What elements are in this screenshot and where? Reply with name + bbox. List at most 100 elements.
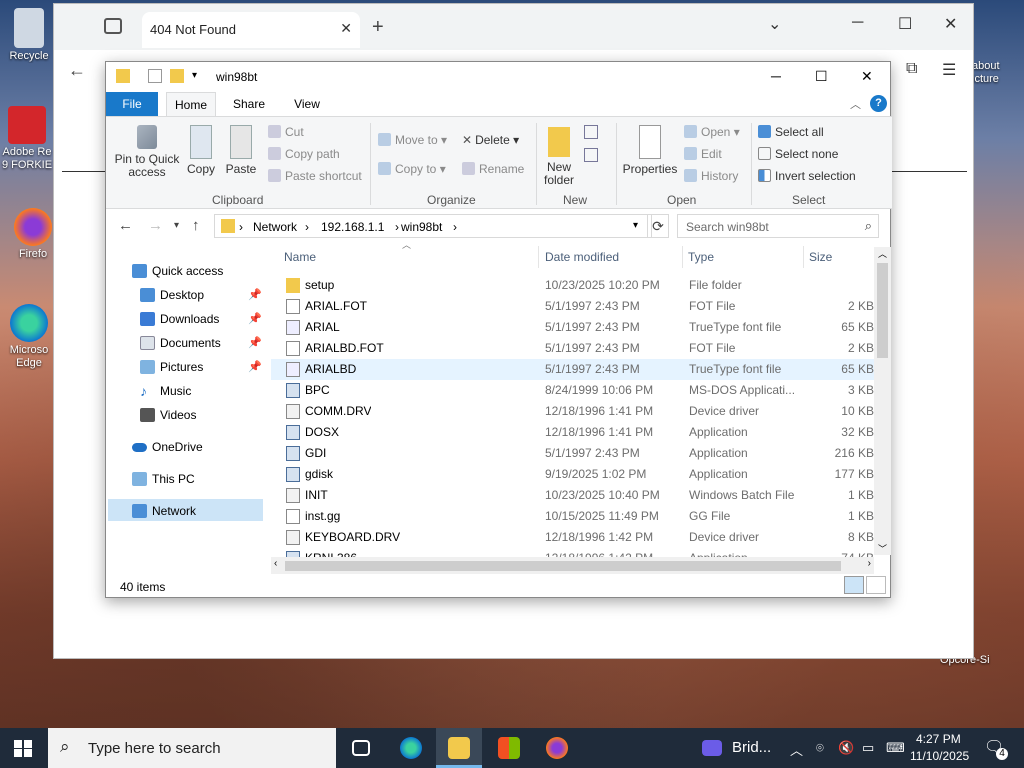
maximize-icon[interactable]: ☐ xyxy=(815,68,828,85)
taskbar-bridge[interactable]: Brid... xyxy=(698,728,778,768)
address-dropdown-icon[interactable]: ▾ xyxy=(633,220,638,231)
forward-button[interactable]: → xyxy=(148,217,163,234)
copy-to-button[interactable]: Copy to ▾ xyxy=(378,162,446,176)
column-header-size[interactable]: Size xyxy=(809,250,832,276)
paste-button[interactable]: Paste xyxy=(224,125,258,176)
edit-button[interactable]: Edit xyxy=(684,147,722,161)
nav-item-music[interactable]: ♪ Music xyxy=(106,380,261,402)
copy-path-button[interactable]: Copy path xyxy=(268,147,340,161)
column-divider[interactable] xyxy=(803,246,804,268)
keyboard-icon[interactable]: ⌨ xyxy=(886,740,905,756)
pin-to-quick-access-button[interactable]: Pin to Quick access xyxy=(112,125,182,179)
vertical-scroll-thumb[interactable] xyxy=(877,263,888,358)
column-divider[interactable] xyxy=(538,246,539,268)
nav-item-documents[interactable]: Documents 📌 xyxy=(106,332,262,354)
file-row[interactable]: BPC 8/24/1999 10:06 PM MS-DOS Applicati.… xyxy=(271,380,874,401)
file-row[interactable]: KRNL386 12/18/1996 1:42 PM Application 7… xyxy=(271,548,874,557)
new-folder-quick-icon[interactable] xyxy=(170,69,184,83)
paste-shortcut-button[interactable]: Paste shortcut xyxy=(268,169,362,183)
start-button[interactable] xyxy=(14,740,32,757)
file-row[interactable]: inst.gg 10/15/2025 11:49 PM GG File 1 KB xyxy=(271,506,874,527)
task-view-button[interactable] xyxy=(338,728,384,768)
network-tray-icon[interactable]: ▭ xyxy=(862,740,874,756)
details-view-icon[interactable] xyxy=(844,576,864,594)
back-button[interactable]: ← xyxy=(68,60,86,81)
taskbar-search-box[interactable]: ⌕ Type here to search xyxy=(48,728,336,768)
move-to-button[interactable]: Move to ▾ xyxy=(378,133,447,147)
column-header-type[interactable]: Type xyxy=(688,250,714,276)
copy-button[interactable]: Copy xyxy=(184,125,218,176)
meet-now-icon[interactable]: ⌾ xyxy=(816,740,824,756)
horizontal-scrollbar[interactable]: ‹ › xyxy=(271,557,874,574)
horizontal-scroll-thumb[interactable] xyxy=(285,561,841,571)
desktop-icon-edge[interactable]: Microso Edge xyxy=(2,304,56,370)
file-row[interactable]: ARIAL 5/1/1997 2:43 PM TrueType font fil… xyxy=(271,317,874,338)
cut-button[interactable]: Cut xyxy=(268,125,304,139)
maximize-icon[interactable]: ☐ xyxy=(898,14,912,34)
scroll-up-icon[interactable]: ︿ xyxy=(878,247,887,260)
file-row[interactable]: COMM.DRV 12/18/1996 1:41 PM Device drive… xyxy=(271,401,874,422)
tab-file[interactable]: File xyxy=(106,92,158,116)
back-button[interactable]: ← xyxy=(118,217,133,234)
nav-item-videos[interactable]: Videos xyxy=(106,404,261,426)
nav-item-desktop[interactable]: Desktop 📌 xyxy=(106,284,262,306)
refresh-button[interactable]: ⟳ xyxy=(647,214,669,238)
new-folder-button[interactable]: New folder xyxy=(540,127,578,187)
volume-muted-icon[interactable]: 🔇 xyxy=(838,740,854,756)
select-none-button[interactable]: Select none xyxy=(758,147,838,161)
history-button[interactable]: History xyxy=(684,169,738,183)
new-item-icon[interactable] xyxy=(584,125,598,139)
nav-item-network[interactable]: Network xyxy=(106,500,261,522)
nav-item-this-pc[interactable]: This PC xyxy=(106,468,261,490)
breadcrumb-network[interactable]: Network xyxy=(253,220,297,234)
file-row[interactable]: ARIAL.FOT 5/1/1997 2:43 PM FOT File 2 KB xyxy=(271,296,874,317)
nav-item-quick-access[interactable]: Quick access xyxy=(106,260,261,282)
open-button[interactable]: Open ▾ xyxy=(684,125,740,139)
close-icon[interactable]: ✕ xyxy=(944,14,957,34)
show-hidden-icons[interactable]: ︿ xyxy=(790,740,803,759)
properties-button[interactable]: Properties xyxy=(620,125,680,176)
nav-item-pictures[interactable]: Pictures 📌 xyxy=(106,356,262,378)
minimize-icon[interactable]: ─ xyxy=(852,14,863,32)
delete-button[interactable]: ✕ Delete ▾ xyxy=(462,133,519,147)
minimize-icon[interactable]: ─ xyxy=(771,68,781,84)
scroll-down-icon[interactable]: ﹀ xyxy=(878,542,887,555)
invert-selection-button[interactable]: Invert selection xyxy=(758,169,856,183)
clock-time[interactable]: 4:27 PM xyxy=(916,732,961,746)
browser-tab[interactable]: 404 Not Found ✕ xyxy=(142,12,360,48)
nav-item-downloads[interactable]: Downloads 📌 xyxy=(106,308,262,330)
vertical-scrollbar[interactable]: ︿ ﹀ xyxy=(874,247,891,555)
menu-icon[interactable]: ☰ xyxy=(942,60,956,80)
large-icons-view-icon[interactable] xyxy=(866,576,886,594)
recent-locations-icon[interactable]: ▾ xyxy=(174,220,179,231)
help-icon[interactable]: ? xyxy=(870,95,887,112)
easy-access-icon[interactable] xyxy=(584,148,598,162)
taskbar-firefox[interactable] xyxy=(534,728,580,768)
desktop-icon-adobe-reader[interactable]: Adobe Re 9 FORKIE xyxy=(0,106,54,172)
tab-share[interactable]: Share xyxy=(224,92,274,116)
close-tab-icon[interactable]: ✕ xyxy=(340,20,352,37)
select-all-button[interactable]: Select all xyxy=(758,125,824,139)
nav-item-onedrive[interactable]: OneDrive xyxy=(106,436,261,458)
breadcrumb-folder[interactable]: win98bt xyxy=(401,220,442,234)
desktop-icon-firefox[interactable]: Firefo xyxy=(6,208,60,261)
properties-quick-icon[interactable] xyxy=(148,69,162,83)
column-header-name[interactable]: Name xyxy=(284,250,316,276)
rename-button[interactable]: Rename xyxy=(462,162,524,176)
desktop-icon-recycle-bin[interactable]: Recycle xyxy=(2,8,56,63)
tab-list-chevron-icon[interactable]: ⌄ xyxy=(768,14,781,34)
tab-view[interactable]: View xyxy=(282,92,332,116)
tab-home[interactable]: Home xyxy=(166,92,216,116)
clock-date[interactable]: 11/10/2025 xyxy=(910,749,969,763)
customize-quick-access-icon[interactable]: ▾ xyxy=(192,70,197,81)
taskbar-store[interactable] xyxy=(486,728,532,768)
column-header-date[interactable]: Date modified xyxy=(545,250,619,276)
file-row[interactable]: INIT 10/23/2025 10:40 PM Windows Batch F… xyxy=(271,485,874,506)
collapse-ribbon-icon[interactable]: ︿ xyxy=(850,96,861,112)
desktop-icon-about[interactable]: about icture xyxy=(972,60,1024,86)
address-bar[interactable]: › Network › 192.168.1.1 › win98bt › ▾ xyxy=(214,214,652,238)
search-input[interactable]: Search win98bt ⌕ xyxy=(677,214,879,238)
taskbar-file-explorer[interactable] xyxy=(436,728,482,768)
close-icon[interactable]: ✕ xyxy=(861,68,873,85)
breadcrumb-host[interactable]: 192.168.1.1 xyxy=(321,220,384,234)
